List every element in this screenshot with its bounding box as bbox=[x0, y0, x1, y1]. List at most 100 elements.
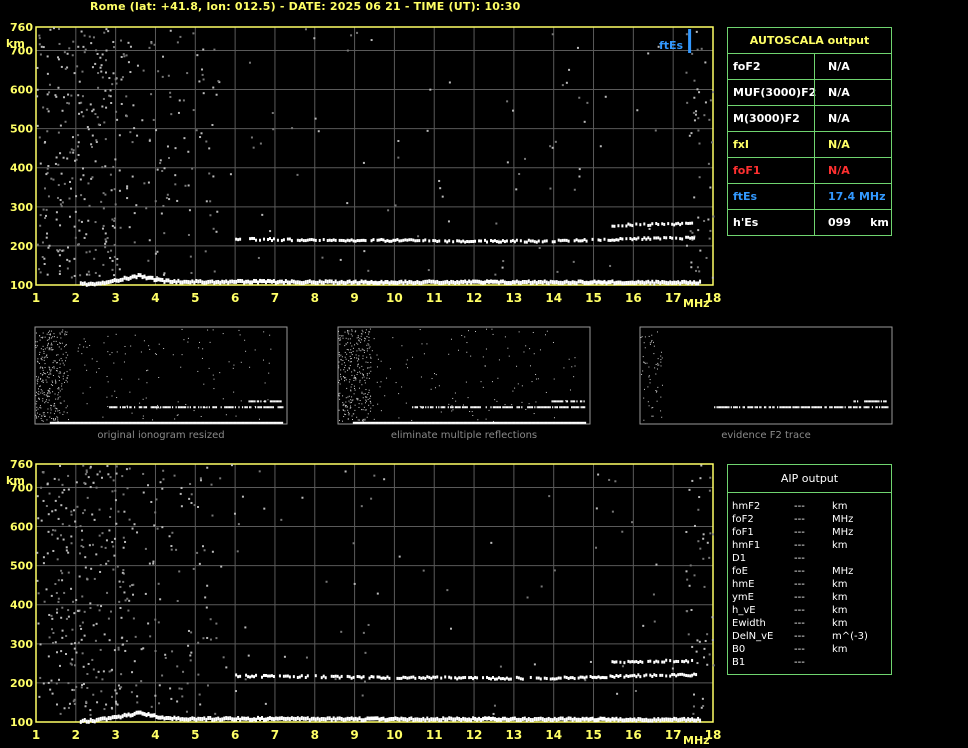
autoscala-row: h'Es 099 km bbox=[728, 210, 891, 235]
thumb-frame bbox=[34, 326, 288, 425]
x-tick-label: 11 bbox=[426, 291, 443, 305]
x-tick-label: 1 bbox=[32, 291, 40, 305]
aip-name: Ewidth bbox=[732, 618, 766, 629]
autoscala-row: fxI N/A bbox=[728, 132, 891, 158]
param-value: 17.4 MHz bbox=[814, 184, 898, 209]
param-name: ftEs bbox=[733, 190, 758, 203]
aip-value: --- bbox=[794, 592, 805, 603]
echo-traces bbox=[79, 221, 702, 287]
aip-row: D1 --- bbox=[728, 552, 891, 565]
aip-value: --- bbox=[794, 514, 805, 525]
aip-name: foF2 bbox=[732, 514, 754, 525]
x-tick-label: 12 bbox=[466, 728, 483, 742]
aip-value: --- bbox=[794, 657, 805, 668]
x-tick-label: 8 bbox=[311, 728, 319, 742]
x-tick-label: 9 bbox=[350, 291, 358, 305]
echo-traces bbox=[79, 658, 702, 724]
aip-name: hmE bbox=[732, 579, 755, 590]
aip-unit: km bbox=[832, 501, 848, 512]
aip-table: AIP output hmF2 --- km foF2 --- MHz foF1 --- MHz… bbox=[727, 464, 892, 675]
y-tick-label: 760 bbox=[10, 21, 33, 34]
autoscala-row: MUF(3000)F2 N/A bbox=[728, 80, 891, 106]
x-tick-label: 13 bbox=[506, 291, 523, 305]
x-tick-label: 10 bbox=[386, 728, 403, 742]
y-tick-label: 760 bbox=[10, 458, 33, 471]
param-name: h'Es bbox=[733, 216, 759, 229]
aip-value: --- bbox=[794, 618, 805, 629]
aip-row: hmF2 --- km bbox=[728, 500, 891, 513]
y-tick-label: 500 bbox=[10, 560, 33, 573]
x-tick-label: 6 bbox=[231, 291, 239, 305]
aip-value: --- bbox=[794, 501, 805, 512]
aip-value: --- bbox=[794, 553, 805, 564]
x-tick-label: 4 bbox=[151, 291, 159, 305]
y-tick-label: 600 bbox=[10, 84, 33, 97]
aip-row: hmE --- km bbox=[728, 578, 891, 591]
thumb-eliminate bbox=[337, 326, 591, 425]
top-ionogram: 1 2 3 4 5 6 7 8 9 10 11 12 13 14 15 16 17 181002003004005… bbox=[6, 21, 721, 310]
x-tick-label: 10 bbox=[386, 291, 403, 305]
aip-row: hmF1 --- km bbox=[728, 539, 891, 552]
x-tick-label: 13 bbox=[506, 728, 523, 742]
aip-row: B0 --- km bbox=[728, 643, 891, 656]
aip-row: foE --- MHz bbox=[728, 565, 891, 578]
param-value: N/A bbox=[814, 106, 898, 131]
x-tick-label: 11 bbox=[426, 728, 443, 742]
y-tick-label: 400 bbox=[10, 162, 33, 175]
aip-row: DelN_vE --- m^(-3) bbox=[728, 630, 891, 643]
aip-name: DelN_vE bbox=[732, 631, 774, 642]
aip-name: ymE bbox=[732, 592, 754, 603]
x-axis-label: MHz bbox=[683, 297, 710, 310]
x-tick-label: 12 bbox=[466, 291, 483, 305]
x-tick-label: 16 bbox=[625, 728, 642, 742]
x-tick-label: 5 bbox=[191, 728, 199, 742]
aip-name: foF1 bbox=[732, 527, 754, 538]
aip-unit: km bbox=[832, 644, 848, 655]
aip-unit: km bbox=[832, 579, 848, 590]
x-tick-label: 17 bbox=[665, 291, 682, 305]
aip-unit: km bbox=[832, 605, 848, 616]
x-tick-label: 2 bbox=[72, 291, 80, 305]
x-tick-label: 15 bbox=[585, 728, 602, 742]
y-tick-label: 500 bbox=[10, 123, 33, 136]
ftes-marker bbox=[688, 29, 692, 53]
aip-row: foF1 --- MHz bbox=[728, 526, 891, 539]
thumb-frame bbox=[337, 326, 591, 425]
x-tick-label: 7 bbox=[271, 291, 279, 305]
aip-unit: MHz bbox=[832, 514, 854, 525]
param-value: N/A bbox=[814, 158, 898, 183]
y-tick-label: 600 bbox=[10, 521, 33, 534]
param-value: N/A bbox=[814, 132, 898, 157]
param-value: N/A bbox=[814, 80, 898, 105]
aip-unit: km bbox=[832, 592, 848, 603]
y-axis-label: km bbox=[6, 474, 25, 487]
aip-name: hmF1 bbox=[732, 540, 761, 551]
aip-value: --- bbox=[794, 579, 805, 590]
autoscala-table: AUTOSCALA output foF2 N/A MUF(3000)F2 N/A M(… bbox=[727, 27, 892, 236]
aip-value: --- bbox=[794, 527, 805, 538]
x-axis-label: MHz bbox=[683, 734, 710, 747]
aip-unit: km bbox=[832, 540, 848, 551]
aip-row: B1 --- bbox=[728, 656, 891, 669]
x-tick-label: 14 bbox=[545, 291, 562, 305]
x-tick-label: 6 bbox=[231, 728, 239, 742]
aip-name: hmF2 bbox=[732, 501, 761, 512]
aip-value: --- bbox=[794, 540, 805, 551]
aip-row: foF2 --- MHz bbox=[728, 513, 891, 526]
param-name: foF2 bbox=[733, 60, 761, 73]
x-tick-label: 17 bbox=[665, 728, 682, 742]
noise-points bbox=[36, 464, 715, 716]
autoscala-title: AUTOSCALA output bbox=[728, 28, 891, 54]
y-tick-label: 300 bbox=[10, 201, 33, 214]
x-tick-label: 7 bbox=[271, 728, 279, 742]
y-tick-label: 100 bbox=[10, 716, 33, 729]
x-tick-label: 4 bbox=[151, 728, 159, 742]
y-tick-label: 100 bbox=[10, 279, 33, 292]
ftes-label: ftEs bbox=[659, 39, 684, 52]
aip-name: B1 bbox=[732, 657, 746, 668]
y-tick-label: 300 bbox=[10, 638, 33, 651]
y-axis-label: km bbox=[6, 37, 25, 50]
x-tick-label: 14 bbox=[545, 728, 562, 742]
thumb-evidence bbox=[639, 326, 893, 425]
aip-unit: MHz bbox=[832, 527, 854, 538]
